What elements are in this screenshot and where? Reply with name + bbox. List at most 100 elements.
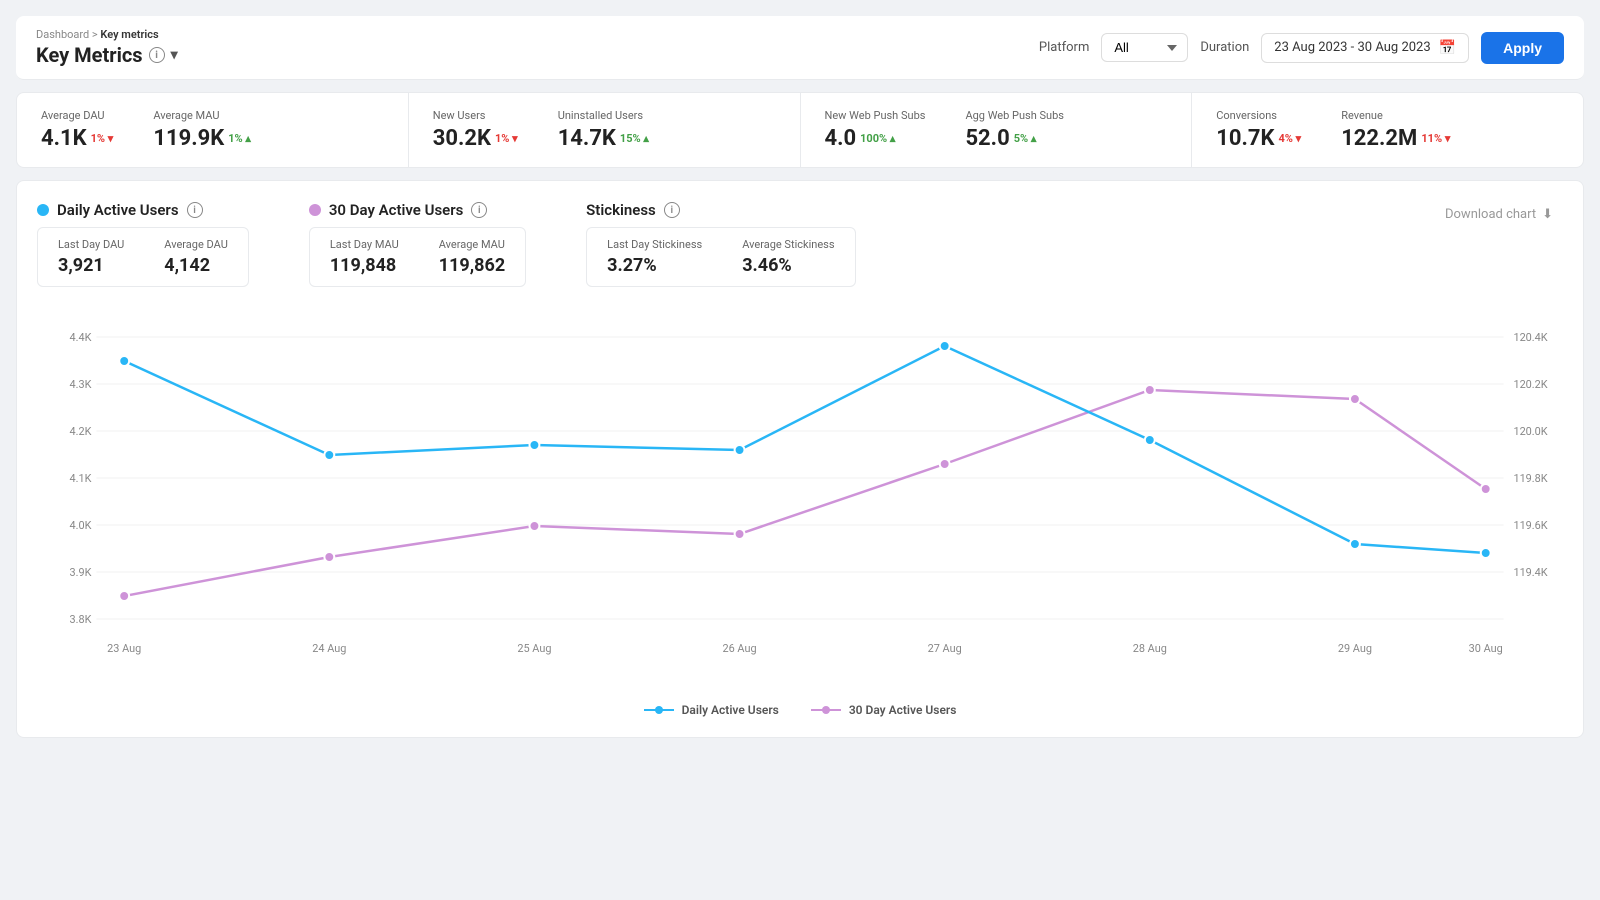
stickiness-info-icon[interactable]: i bbox=[664, 202, 680, 218]
dau-title-text: Daily Active Users bbox=[57, 201, 179, 219]
avg-dau-value: 4.1K 1% ▾ bbox=[41, 126, 113, 151]
header-controls: Platform All iOS Android Web Duration 23… bbox=[1039, 32, 1564, 64]
dau-point-5 bbox=[940, 341, 950, 351]
svg-text:29 Aug: 29 Aug bbox=[1338, 642, 1372, 655]
info-icon[interactable]: i bbox=[149, 47, 165, 63]
main-chart-svg: 4.4K 4.3K 4.2K 4.1K 4.0K 3.9K 3.8K 120.4… bbox=[37, 307, 1563, 687]
avg-dau-label: Average DAU bbox=[41, 109, 113, 122]
svg-text:3.9K: 3.9K bbox=[70, 566, 92, 579]
metric-group-4: Conversions 10.7K 4% ▾ Revenue 122.2M 11… bbox=[1192, 93, 1583, 167]
dau-avg-label: Average DAU bbox=[164, 238, 228, 251]
stickiness-avg-label: Average Stickiness bbox=[742, 238, 834, 251]
breadcrumb: Dashboard > Key metrics bbox=[36, 28, 178, 41]
dau-stats-box: Last Day DAU 3,921 Average DAU 4,142 bbox=[37, 227, 249, 287]
chart-section: Daily Active Users i Last Day DAU 3,921 … bbox=[16, 180, 1584, 738]
mau-point-7 bbox=[1350, 394, 1360, 404]
stickiness-last-day-value: 3.27% bbox=[607, 255, 702, 276]
svg-text:23 Aug: 23 Aug bbox=[107, 642, 141, 655]
new-users-value: 30.2K 1% ▾ bbox=[433, 126, 518, 151]
stickiness-last-day-stat: Last Day Stickiness 3.27% bbox=[607, 238, 702, 276]
metric-agg-web-push: Agg Web Push Subs 52.0 5% ▴ bbox=[965, 109, 1064, 151]
mau-point-6 bbox=[1145, 385, 1155, 395]
metric-conversions: Conversions 10.7K 4% ▾ bbox=[1216, 109, 1301, 151]
svg-text:4.3K: 4.3K bbox=[70, 378, 92, 391]
uninstalled-change: 15% ▴ bbox=[620, 132, 649, 145]
mau-point-1 bbox=[119, 591, 129, 601]
platform-select[interactable]: All iOS Android Web bbox=[1101, 33, 1188, 62]
mau-point-3 bbox=[529, 521, 539, 531]
metrics-row: Average DAU 4.1K 1% ▾ Average MAU 119.9K… bbox=[16, 92, 1584, 168]
svg-text:26 Aug: 26 Aug bbox=[723, 642, 757, 655]
chart-header: Daily Active Users i Last Day DAU 3,921 … bbox=[37, 201, 1563, 287]
avg-dau-change: 1% ▾ bbox=[91, 132, 114, 145]
svg-text:4.2K: 4.2K bbox=[70, 425, 92, 438]
svg-text:120.2K: 120.2K bbox=[1513, 378, 1547, 391]
dau-dot bbox=[37, 204, 49, 216]
svg-text:30 Aug: 30 Aug bbox=[1469, 642, 1503, 655]
stickiness-avg-value: 3.46% bbox=[742, 255, 834, 276]
svg-text:3.8K: 3.8K bbox=[70, 613, 92, 626]
mau-point-5 bbox=[940, 459, 950, 469]
new-users-change: 1% ▾ bbox=[495, 132, 518, 145]
metric-uninstalled: Uninstalled Users 14.7K 15% ▴ bbox=[558, 109, 649, 151]
calendar-icon[interactable]: 📅 bbox=[1439, 40, 1456, 56]
stickiness-title-text: Stickiness bbox=[586, 201, 656, 219]
mau-last-day-stat: Last Day MAU 119,848 bbox=[330, 238, 399, 276]
metric-group-3: New Web Push Subs 4.0 100% ▴ Agg Web Pus… bbox=[801, 93, 1193, 167]
mau-dot bbox=[309, 204, 321, 216]
duration-field[interactable]: 23 Aug 2023 - 30 Aug 2023 📅 bbox=[1261, 33, 1469, 63]
dau-point-2 bbox=[324, 450, 334, 460]
conversions-value: 10.7K 4% ▾ bbox=[1216, 126, 1301, 151]
dau-last-day-value: 3,921 bbox=[58, 255, 124, 276]
agg-web-push-change: 5% ▴ bbox=[1014, 132, 1037, 145]
legend-dau-line-icon bbox=[644, 704, 674, 716]
stickiness-stats-box: Last Day Stickiness 3.27% Average Sticki… bbox=[586, 227, 855, 287]
avg-mau-change: 1% ▴ bbox=[228, 132, 251, 145]
apply-button[interactable]: Apply bbox=[1481, 32, 1564, 64]
stickiness-block: Stickiness i Last Day Stickiness 3.27% A… bbox=[586, 201, 855, 287]
mau-title: 30 Day Active Users i bbox=[309, 201, 526, 219]
mau-info-icon[interactable]: i bbox=[471, 202, 487, 218]
new-web-push-label: New Web Push Subs bbox=[825, 109, 926, 122]
metric-group-2: New Users 30.2K 1% ▾ Uninstalled Users 1… bbox=[409, 93, 801, 167]
dau-info-icon[interactable]: i bbox=[187, 202, 203, 218]
new-web-push-change: 100% ▴ bbox=[860, 132, 895, 145]
chart-area: 4.4K 4.3K 4.2K 4.1K 4.0K 3.9K 3.8K 120.4… bbox=[37, 307, 1563, 717]
download-chart-button[interactable]: Download chart ⬇ bbox=[1435, 201, 1563, 228]
revenue-label: Revenue bbox=[1341, 109, 1450, 122]
duration-text: 23 Aug 2023 - 30 Aug 2023 bbox=[1274, 40, 1430, 55]
uninstalled-label: Uninstalled Users bbox=[558, 109, 649, 122]
dau-point-4 bbox=[735, 445, 745, 455]
mau-point-2 bbox=[324, 552, 334, 562]
dau-point-8 bbox=[1481, 548, 1491, 558]
chevron-down-icon[interactable]: ▾ bbox=[171, 47, 178, 63]
svg-text:4.1K: 4.1K bbox=[70, 472, 92, 485]
title-section: Dashboard > Key metrics Key Metrics i ▾ bbox=[36, 28, 178, 67]
metric-avg-dau: Average DAU 4.1K 1% ▾ bbox=[41, 109, 113, 151]
conversions-label: Conversions bbox=[1216, 109, 1301, 122]
dau-avg-stat: Average DAU 4,142 bbox=[164, 238, 228, 276]
legend-mau: 30 Day Active Users bbox=[811, 703, 957, 717]
dau-last-day-label: Last Day DAU bbox=[58, 238, 124, 251]
dau-block: Daily Active Users i Last Day DAU 3,921 … bbox=[37, 201, 249, 287]
dau-title: Daily Active Users i bbox=[37, 201, 249, 219]
revenue-value: 122.2M 11% ▾ bbox=[1341, 126, 1450, 151]
mau-block: 30 Day Active Users i Last Day MAU 119,8… bbox=[309, 201, 526, 287]
metric-revenue: Revenue 122.2M 11% ▾ bbox=[1341, 109, 1450, 151]
svg-text:27 Aug: 27 Aug bbox=[928, 642, 962, 655]
dau-point-7 bbox=[1350, 539, 1360, 549]
avg-mau-label: Average MAU bbox=[153, 109, 251, 122]
agg-web-push-value: 52.0 5% ▴ bbox=[965, 126, 1064, 151]
legend-mau-line-icon bbox=[811, 704, 841, 716]
revenue-change: 11% ▾ bbox=[1421, 132, 1450, 145]
dau-point-6 bbox=[1145, 435, 1155, 445]
legend-mau-label: 30 Day Active Users bbox=[849, 703, 957, 717]
mau-avg-value: 119,862 bbox=[439, 255, 505, 276]
svg-text:4.0K: 4.0K bbox=[70, 519, 92, 532]
legend-dau: Daily Active Users bbox=[644, 703, 779, 717]
mau-avg-stat: Average MAU 119,862 bbox=[439, 238, 505, 276]
uninstalled-value: 14.7K 15% ▴ bbox=[558, 126, 649, 151]
chart-legend: Daily Active Users 30 Day Active Users bbox=[37, 703, 1563, 717]
dau-point-3 bbox=[529, 440, 539, 450]
svg-text:4.4K: 4.4K bbox=[70, 331, 92, 344]
